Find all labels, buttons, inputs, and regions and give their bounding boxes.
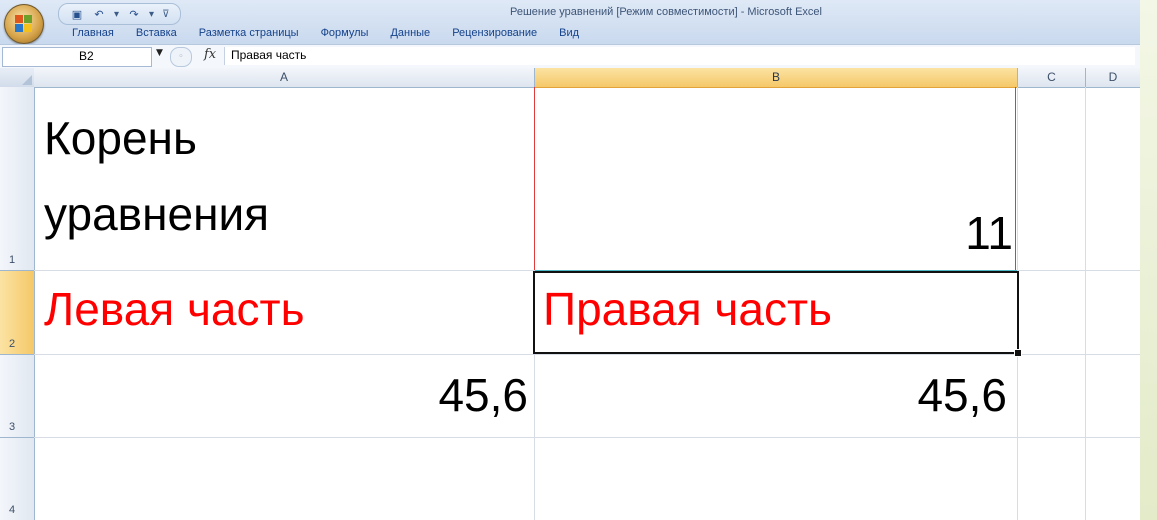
save-icon[interactable]: ▣ — [67, 6, 87, 22]
cell-a1-line1: Корень — [44, 112, 197, 164]
background-strip — [1140, 0, 1157, 520]
tab-data[interactable]: Данные — [380, 24, 442, 44]
office-button[interactable] — [4, 4, 44, 44]
tab-page-layout[interactable]: Разметка страницы — [189, 24, 311, 44]
name-box-dropdown-icon[interactable]: ▼ — [156, 48, 163, 58]
row-header-3-label: 3 — [9, 421, 16, 433]
tab-review[interactable]: Рецензирование — [442, 24, 549, 44]
excel-window: ▣ ↶ ▾ ↷ ▾ ⊽ Решение уравнений [Режим сов… — [0, 0, 1140, 520]
tab-insert[interactable]: Вставка — [126, 24, 189, 44]
name-box-value: B2 — [79, 49, 94, 63]
formula-cancel-icon[interactable]: ◦ — [170, 47, 192, 67]
fill-handle[interactable] — [1014, 349, 1022, 357]
window-title: Решение уравнений [Режим совместимости] … — [510, 6, 822, 18]
tab-view[interactable]: Вид — [549, 24, 591, 44]
tab-home[interactable]: Главная — [62, 24, 126, 44]
insert-function-icon[interactable]: fx — [204, 47, 216, 62]
row-header-1-label: 1 — [9, 254, 16, 266]
row-header-4[interactable]: 4 — [0, 438, 35, 520]
select-all-button[interactable] — [0, 68, 35, 88]
column-header-c[interactable]: C — [1018, 68, 1086, 88]
row-header-3[interactable]: 3 — [0, 355, 35, 438]
column-header-a[interactable]: A — [34, 68, 535, 88]
cell-a1[interactable]: Корень уравнения — [44, 100, 269, 252]
row-header-2[interactable]: 2 — [0, 271, 35, 355]
spreadsheet-grid: A B C D 1 2 3 4 Корень уравнения 11 Лева… — [0, 68, 1140, 520]
row-header-1[interactable]: 1 — [0, 87, 35, 271]
formula-input[interactable]: Правая часть — [224, 47, 1135, 65]
ribbon-tabs: Главная Вставка Разметка страницы Формул… — [62, 24, 591, 44]
title-bar: ▣ ↶ ▾ ↷ ▾ ⊽ Решение уравнений [Режим сов… — [0, 0, 1140, 44]
undo-dropdown-icon[interactable]: ▾ — [111, 9, 122, 20]
cell-a1-line2: уравнения — [44, 188, 270, 240]
customize-toolbar-icon[interactable]: ⊽ — [159, 9, 172, 20]
column-header-d[interactable]: D — [1086, 68, 1140, 88]
cell-b1-border — [534, 87, 1016, 270]
row-header-2-label: 2 — [9, 338, 16, 350]
cell-b3[interactable]: 45,6 — [535, 360, 1007, 430]
gridline — [34, 354, 1140, 355]
gridline — [1085, 87, 1086, 520]
row-header-4-label: 4 — [9, 504, 16, 516]
name-box[interactable]: B2 — [2, 47, 152, 67]
cell-a2[interactable]: Левая часть — [44, 279, 305, 339]
column-header-b[interactable]: B — [535, 68, 1018, 88]
redo-dropdown-icon[interactable]: ▾ — [146, 9, 157, 20]
formula-bar: B2 ▼ ◦ fx Правая часть — [0, 44, 1140, 70]
active-cell-selection — [533, 271, 1019, 354]
redo-icon[interactable]: ↷ — [124, 6, 144, 22]
cell-a3[interactable]: 45,6 — [36, 360, 528, 430]
formula-content: Правая часть — [231, 48, 307, 62]
office-logo-icon — [15, 15, 33, 33]
gridline — [34, 437, 1140, 438]
undo-icon[interactable]: ↶ — [89, 6, 109, 22]
tab-formulas[interactable]: Формулы — [311, 24, 381, 44]
quick-access-toolbar: ▣ ↶ ▾ ↷ ▾ ⊽ — [58, 3, 182, 25]
